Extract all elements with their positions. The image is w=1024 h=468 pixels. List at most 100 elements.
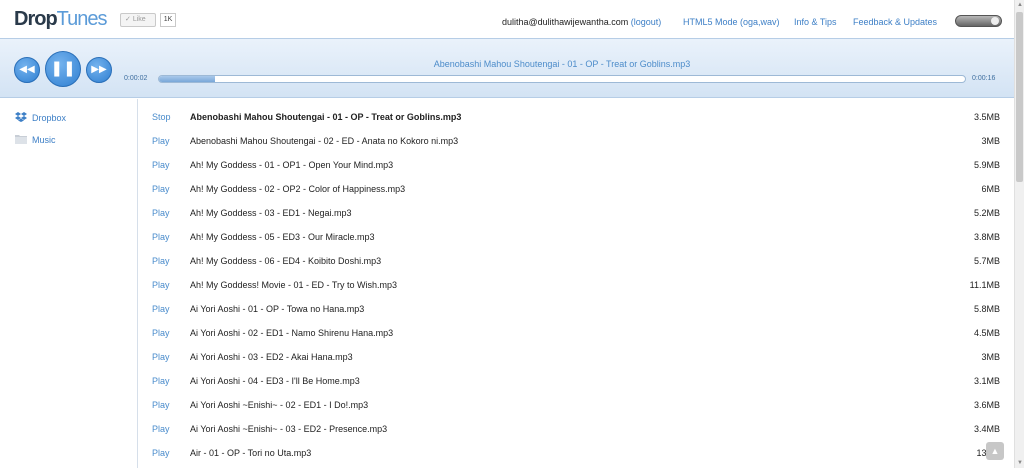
file-name: Abenobashi Mahou Shoutengai - 02 - ED - … [190, 136, 459, 146]
play-link[interactable]: Play [152, 177, 170, 201]
info-tips-link[interactable]: Info & Tips [794, 16, 837, 28]
previous-button[interactable]: ◀◀ [14, 57, 40, 83]
file-name: Ai Yori Aoshi - 02 - ED1 - Namo Shirenu … [190, 328, 394, 338]
user-email: dulitha@dulithawijewantha.com [502, 17, 629, 27]
file-row: Play Ai Yori Aoshi - 01 - OP - Towa no Ha… [139, 297, 1014, 321]
file-name: Ah! My Goddess - 01 - OP1 - Open Your Mi… [190, 160, 394, 170]
dropbox-icon [15, 112, 27, 122]
fast-forward-icon: ▶▶ [91, 64, 107, 75]
file-row: Stop Abenobashi Mahou Shoutengai - 01 - O… [139, 105, 1014, 129]
file-size: 4.5MB [973, 328, 1000, 338]
like-label: Like [132, 16, 146, 23]
file-size: 3.1MB [973, 376, 1000, 386]
play-link[interactable]: Play [152, 249, 170, 273]
file-size: 3.8MB [973, 232, 1000, 242]
play-link[interactable]: Play [152, 321, 170, 345]
file-name: Ah! My Goddess - 02 - OP2 - Color of Hap… [190, 184, 406, 194]
file-name: Abenobashi Mahou Shoutengai - 01 - OP - … [190, 112, 462, 122]
feedback-updates-link[interactable]: Feedback & Updates [853, 16, 937, 28]
file-row: PlayAir - 01 - OP - Tori no Uta.mp313MB [139, 441, 1014, 465]
file-size: 5.8MB [973, 304, 1000, 314]
player-bar: ◀◀ ❚❚ ▶▶ Abenobashi Mahou Shoutengai - 0… [0, 38, 1014, 98]
file-size: 5.9MB [973, 160, 1000, 170]
file-row: Play Ai Yori Aoshi ~Enishi~ - 02 - ED1 - … [139, 393, 1014, 417]
progress-bar[interactable] [158, 75, 966, 83]
like-button[interactable]: ✓ Like [120, 13, 156, 27]
now-playing-title: Abenobashi Mahou Shoutengai - 01 - OP - … [433, 59, 691, 69]
file-name: Air - 01 - OP - Tori no Uta.mp3 [190, 448, 312, 458]
scroll-down-icon[interactable]: ▼ [1015, 458, 1024, 468]
sidebar-item-label: Music [32, 135, 56, 145]
play-link[interactable]: Play [152, 393, 170, 417]
thumbs-up-icon: ✓ [125, 16, 131, 23]
play-link[interactable]: Play [152, 369, 170, 393]
file-row: Play Ah! My Goddess - 06 - ED4 - Koibito … [139, 249, 1014, 273]
mode-toggle[interactable] [955, 15, 1002, 27]
play-link[interactable]: Play [152, 129, 170, 153]
file-size: 11.1MB [969, 280, 1000, 290]
next-button[interactable]: ▶▶ [86, 57, 112, 83]
logo-drop: Drop [14, 8, 58, 30]
file-row: Play Ai Yori Aoshi ~Enishi~ - 03 - ED2 - … [139, 417, 1014, 441]
file-name: Ah! My Goddess - 05 - ED3 - Our Miracle.… [190, 232, 375, 242]
file-row: Play Ah! My Goddess - 02 - OP2 - Color of… [139, 177, 1014, 201]
toggle-knob [991, 17, 999, 25]
file-size: 5.2MB [973, 208, 1000, 218]
file-size: 3MB [981, 352, 1000, 362]
page-scrollbar[interactable]: ▲ ▼ [1014, 0, 1024, 468]
file-size: 3.6MB [973, 400, 1000, 410]
file-name: Ah! My Goddess - 03 - ED1 - Negai.mp3 [190, 208, 352, 218]
like-count: 1K [160, 13, 176, 27]
arrow-up-icon: ▲ [990, 446, 1000, 456]
file-row: Play Ah! My Goddess - 01 - OP1 - Open You… [139, 153, 1014, 177]
file-row: Play Ai Yori Aoshi - 02 - ED1 - Namo Shir… [139, 321, 1014, 345]
scroll-up-icon[interactable]: ▲ [1015, 0, 1024, 10]
file-name: Ai Yori Aoshi ~Enishi~ - 03 - ED2 - Pres… [190, 424, 388, 434]
file-name: Ai Yori Aoshi - 04 - ED3 - I'll Be Home.… [190, 376, 360, 386]
droptunes-logo[interactable]: DropTunes [14, 8, 108, 30]
file-name: Ai Yori Aoshi - 03 - ED2 - Akai Hana.mp3 [190, 352, 353, 362]
play-link[interactable]: Play [152, 201, 170, 225]
file-row: Play Ah! My Goddess! Movie - 01 - ED - Tr… [139, 273, 1014, 297]
sidebar-item-dropbox[interactable]: Dropbox [15, 111, 66, 125]
html5-mode-link[interactable]: HTML5 Mode (oga,wav) [683, 16, 780, 28]
sidebar: Dropbox Music [0, 99, 138, 468]
play-link[interactable]: Play [152, 297, 170, 321]
play-link[interactable]: Play [152, 225, 170, 249]
sidebar-item-music[interactable]: Music [15, 133, 56, 147]
pause-icon: ❚❚ [50, 60, 76, 77]
droptunes-app: DropTunes ✓ Like 1K dulitha@dulithawijew… [0, 0, 1024, 468]
file-size: 3.4MB [973, 424, 1000, 434]
scroll-thumb[interactable] [1016, 12, 1023, 182]
file-name: Ah! My Goddess - 06 - ED4 - Koibito Dosh… [190, 256, 382, 266]
file-row: Play Ah! My Goddess - 05 - ED3 - Our Mira… [139, 225, 1014, 249]
progress-fill [159, 76, 216, 82]
file-row: Play Ai Yori Aoshi - 03 - ED2 - Akai Hana… [139, 345, 1014, 369]
stop-link[interactable]: Stop [152, 105, 171, 129]
header-bar: DropTunes ✓ Like 1K dulitha@dulithawijew… [0, 0, 1014, 38]
play-link[interactable]: Play [152, 273, 170, 297]
play-link[interactable]: Play [152, 153, 170, 177]
file-row: Play Ai Yori Aoshi - 04 - ED3 - I'll Be H… [139, 369, 1014, 393]
play-link[interactable]: Play [152, 417, 170, 441]
file-name: Ai Yori Aoshi ~Enishi~ - 02 - ED1 - I Do… [190, 400, 369, 410]
current-time: 0:00:02 [124, 75, 148, 82]
user-info: dulitha@dulithawijewantha.com (logout) [502, 16, 661, 28]
play-link[interactable]: Play [152, 345, 170, 369]
file-list: Stop Abenobashi Mahou Shoutengai - 01 - O… [139, 99, 1014, 468]
file-size: 5.7MB [973, 256, 1000, 266]
logo-tunes: Tunes [56, 8, 108, 30]
scroll-to-top-button[interactable]: ▲ [986, 442, 1004, 460]
play-link[interactable]: Play [152, 441, 170, 465]
file-name: Ai Yori Aoshi - 01 - OP - Towa no Hana.m… [190, 304, 365, 314]
folder-icon [15, 135, 27, 144]
total-time: 0:00:16 [972, 75, 996, 82]
pause-button[interactable]: ❚❚ [45, 51, 81, 87]
file-row: Play Ah! My Goddess - 03 - ED1 - Negai.mp… [139, 201, 1014, 225]
logout-link[interactable]: (logout) [631, 17, 662, 27]
rewind-icon: ◀◀ [19, 64, 35, 75]
file-size: 6MB [981, 184, 1000, 194]
file-row: Play Abenobashi Mahou Shoutengai - 02 - E… [139, 129, 1014, 153]
file-size: 3MB [981, 136, 1000, 146]
sidebar-item-label: Dropbox [32, 113, 67, 123]
